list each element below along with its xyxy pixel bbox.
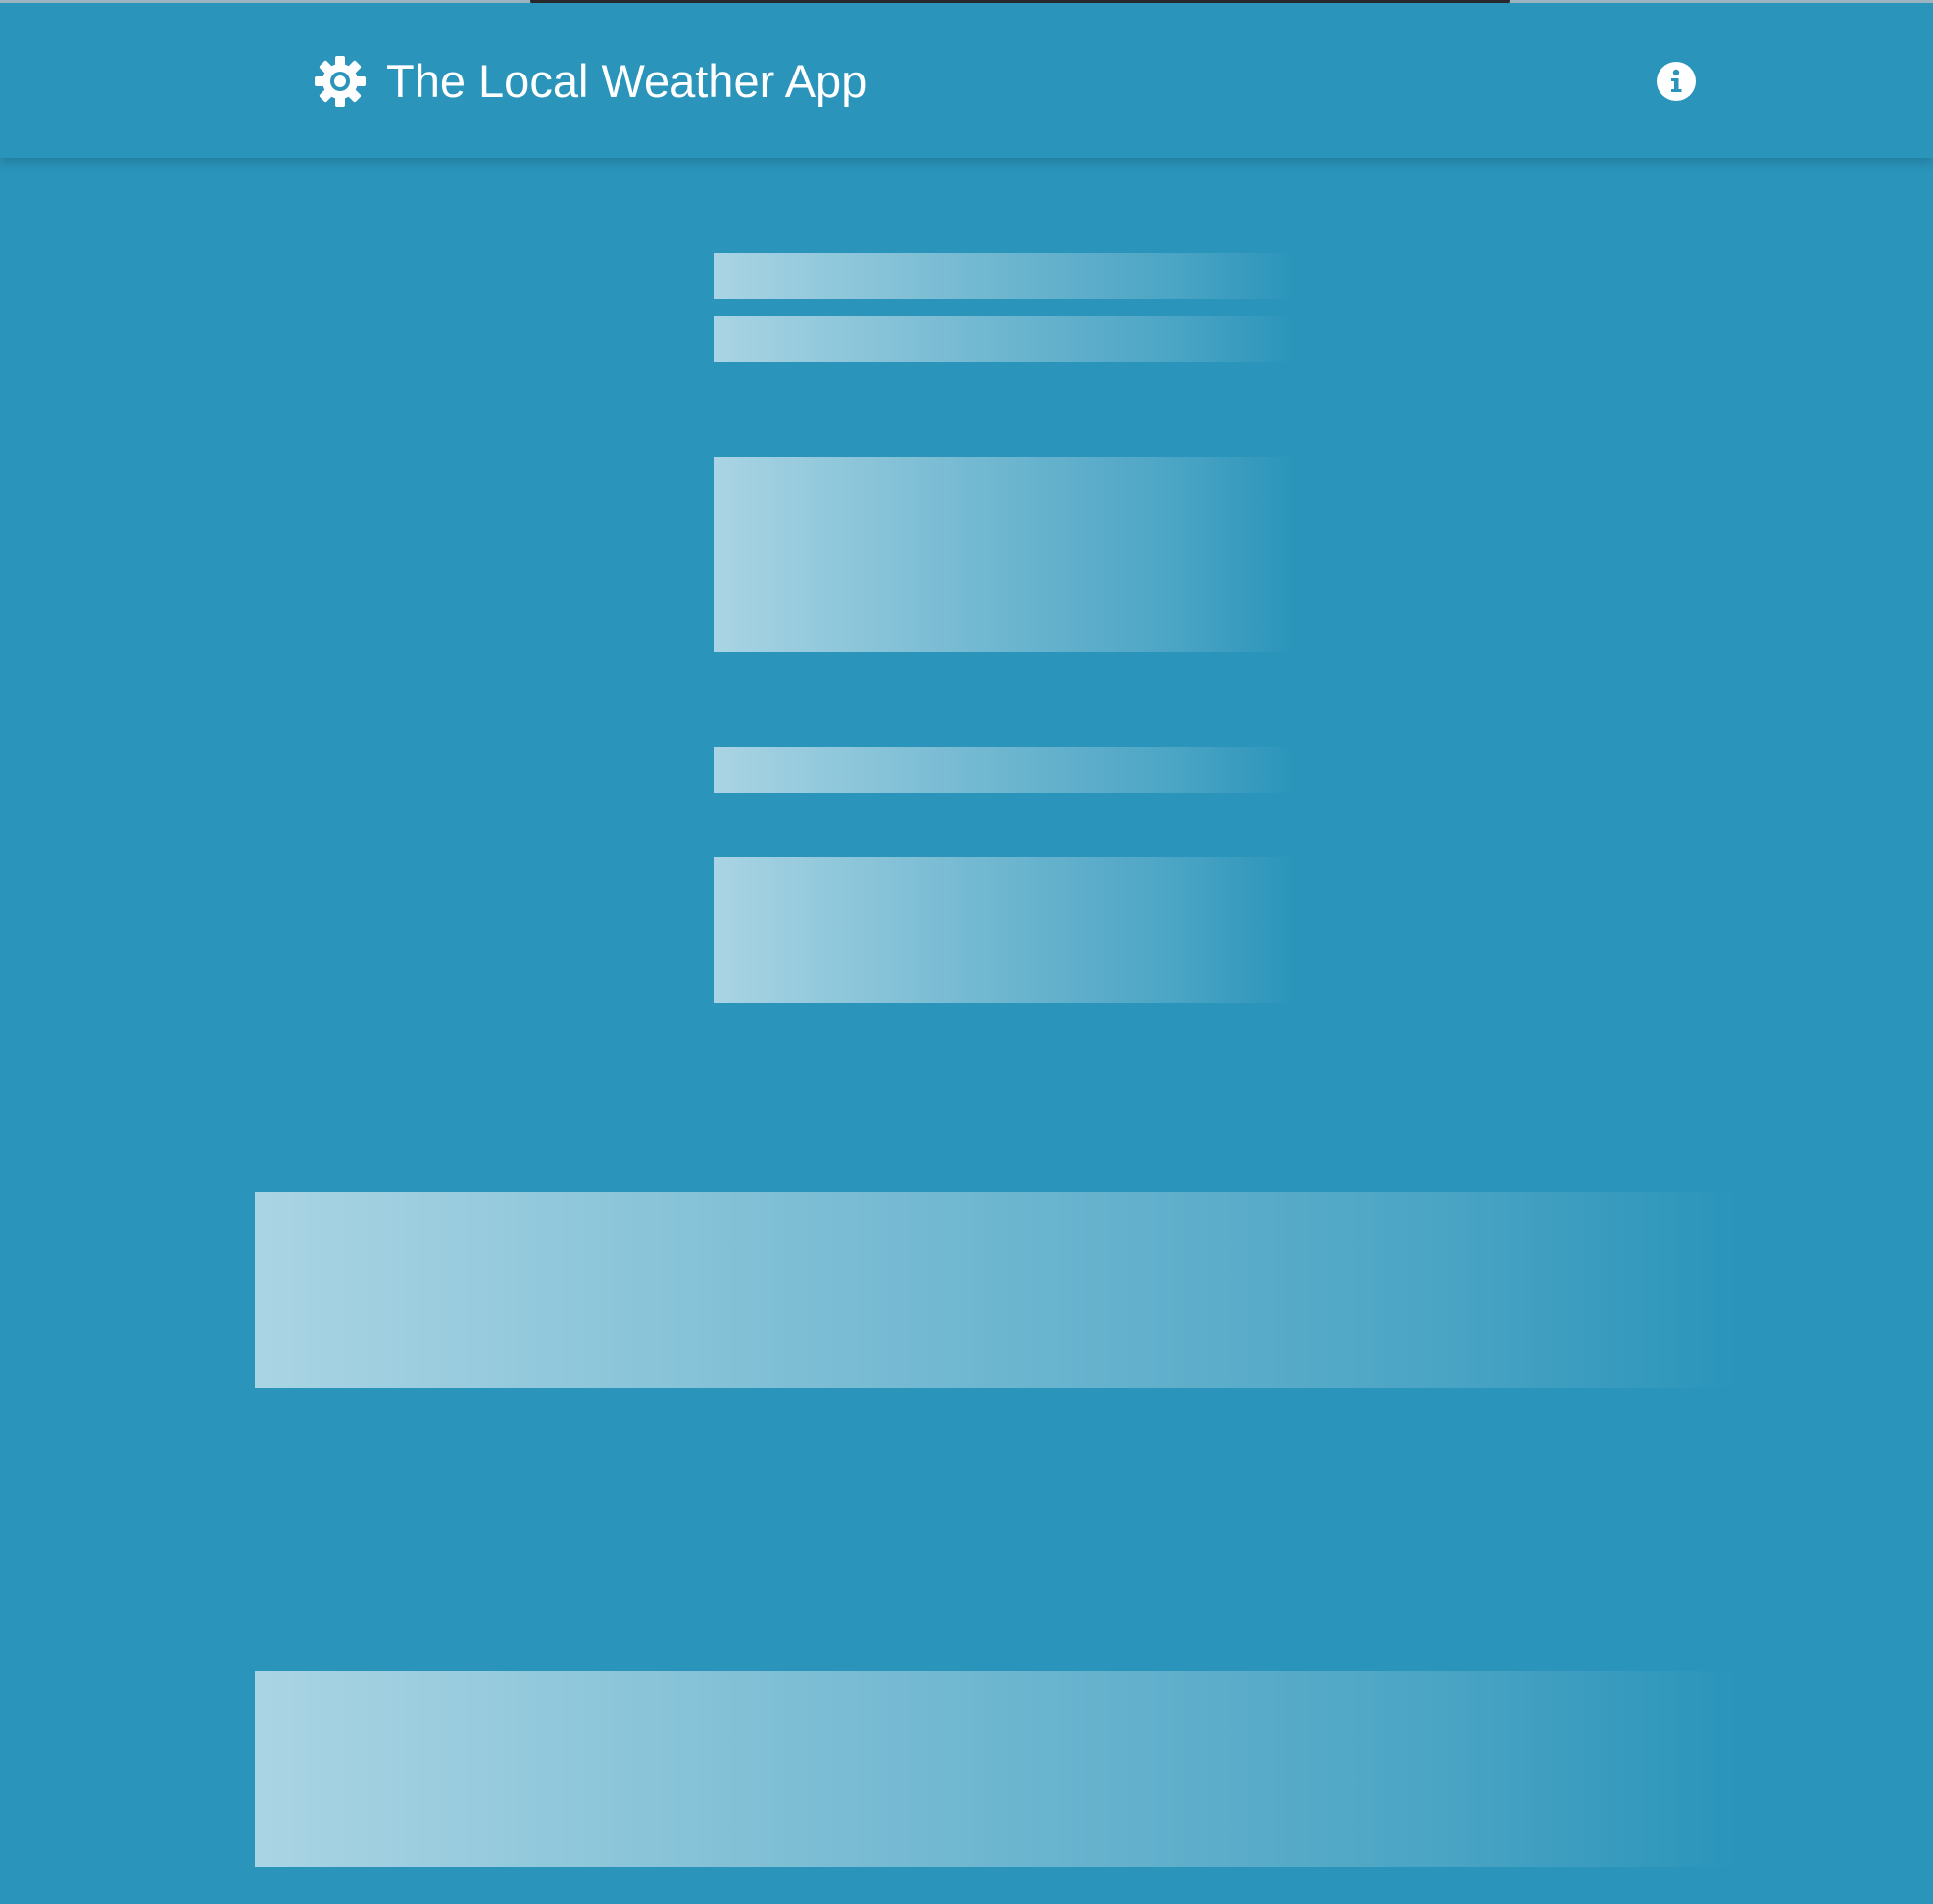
gear-icon [315, 56, 366, 107]
weather-app-page: The Local Weather App [0, 0, 1933, 1904]
details-skeleton-block [714, 857, 1297, 1003]
condition-skeleton-line [714, 747, 1297, 793]
info-icon [1657, 62, 1696, 101]
app-title: The Local Weather App [386, 55, 867, 107]
forecast-skeleton-card [255, 1192, 1745, 1388]
info-button[interactable] [1656, 61, 1697, 102]
forecast-skeleton-card [255, 1671, 1745, 1867]
date-skeleton-line [714, 316, 1297, 362]
app-bar: The Local Weather App [0, 3, 1933, 158]
temperature-skeleton-block [714, 457, 1297, 652]
location-skeleton-line [714, 253, 1297, 299]
brand: The Local Weather App [314, 52, 867, 111]
